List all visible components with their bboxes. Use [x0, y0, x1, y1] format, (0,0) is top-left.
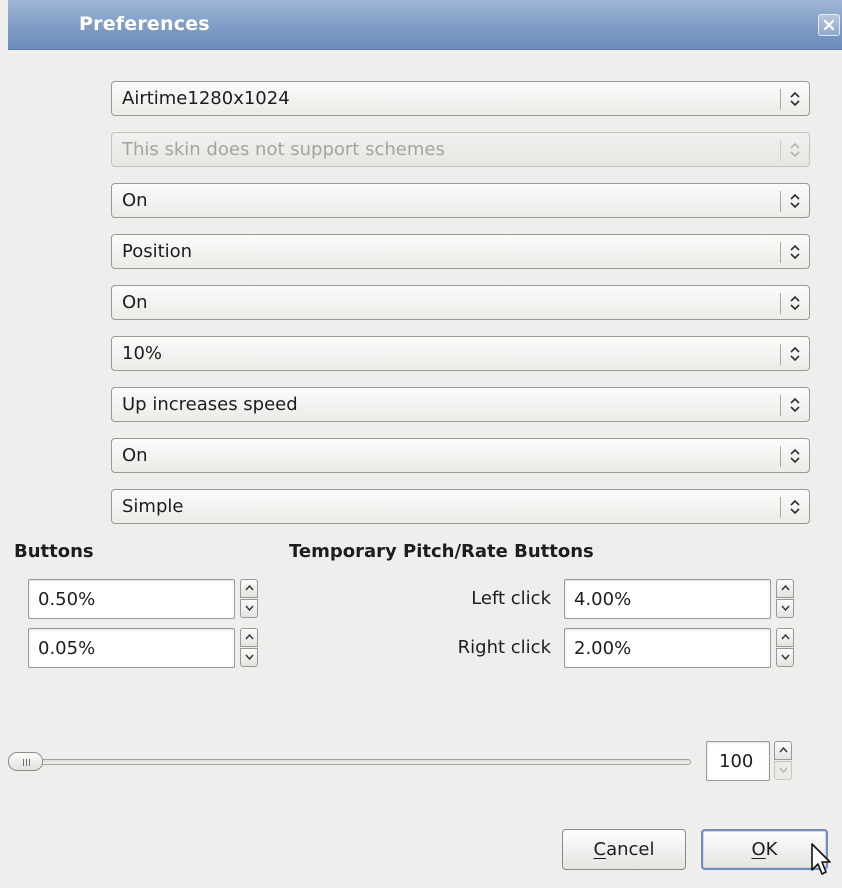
mouse-pointer-icon — [811, 843, 831, 875]
temporary-buttons-heading: Temporary Pitch/Rate Buttons — [289, 541, 594, 562]
spin-up-button[interactable] — [776, 579, 794, 598]
combo-value: On — [122, 445, 148, 466]
ok-button[interactable]: OK — [701, 829, 828, 870]
title-bar[interactable]: Preferences — [8, 0, 842, 50]
cancel-mnemonic: C — [593, 839, 607, 860]
spin-up-arrow-icon — [781, 634, 790, 640]
combo-9[interactable]: Simple — [111, 489, 810, 524]
combo-value: Up increases speed — [122, 394, 298, 415]
slider-track[interactable] — [8, 759, 691, 765]
button-step-spinbox-1[interactable]: 0.50% — [28, 579, 258, 619]
combo-value: 10% — [122, 343, 163, 364]
spin-down-arrow-icon — [245, 605, 254, 611]
skin-combo[interactable]: Airtime1280x1024 — [111, 81, 810, 116]
left-click-spinbox[interactable]: 4.00% — [564, 579, 794, 619]
cancel-label-rest: ancel — [606, 839, 655, 860]
updown-arrows-icon — [790, 91, 800, 107]
spin-up-arrow-icon — [245, 585, 254, 591]
spin-down-arrow-icon — [781, 654, 790, 660]
slider-value-spinbox[interactable]: 100 — [706, 741, 792, 781]
spin-down-button — [774, 761, 792, 780]
spin-down-button[interactable] — [240, 599, 258, 618]
spin-up-button[interactable] — [240, 628, 258, 647]
combo-4[interactable]: Position — [111, 234, 810, 269]
spin-up-button[interactable] — [776, 628, 794, 647]
close-button[interactable] — [818, 14, 840, 36]
updown-arrows-icon — [790, 499, 800, 515]
updown-arrows-icon — [790, 397, 800, 413]
window-title: Preferences — [79, 13, 210, 35]
button-step-spinbox-2[interactable]: 0.05% — [28, 628, 258, 668]
spin-input[interactable]: 4.00% — [564, 579, 771, 619]
right-click-spinbox[interactable]: 2.00% — [564, 628, 794, 668]
combo-value: On — [122, 292, 148, 313]
combo-value: Simple — [122, 496, 184, 517]
spin-input[interactable]: 2.00% — [564, 628, 771, 668]
combo-value: On — [122, 190, 148, 211]
updown-arrows-icon — [790, 346, 800, 362]
spin-down-arrow-icon — [779, 767, 788, 773]
spin-up-arrow-icon — [781, 585, 790, 591]
spin-up-arrow-icon — [779, 747, 788, 753]
left-click-label: Left click — [471, 588, 551, 609]
close-icon — [823, 19, 835, 31]
spin-up-button[interactable] — [774, 741, 792, 760]
spin-input[interactable]: 0.05% — [28, 628, 235, 668]
combo-8[interactable]: On — [111, 438, 810, 473]
spin-input[interactable]: 0.50% — [28, 579, 235, 619]
spin-down-button[interactable] — [776, 599, 794, 618]
scheme-combo: This skin does not support schemes — [111, 132, 810, 167]
updown-arrows-icon — [790, 193, 800, 209]
spin-up-arrow-icon — [245, 634, 254, 640]
spin-down-arrow-icon — [245, 654, 254, 660]
updown-arrows-icon — [790, 142, 800, 158]
combo-value: This skin does not support schemes — [122, 139, 445, 160]
slider-handle[interactable] — [8, 752, 43, 771]
combo-value: Airtime1280x1024 — [122, 88, 290, 109]
combo-6[interactable]: 10% — [111, 336, 810, 371]
spin-up-button[interactable] — [240, 579, 258, 598]
combo-5[interactable]: On — [111, 285, 810, 320]
spin-down-button[interactable] — [240, 648, 258, 667]
buttons-heading: Buttons — [14, 541, 94, 562]
combo-value: Position — [122, 241, 193, 262]
cancel-button[interactable]: Cancel — [562, 829, 686, 870]
ok-mnemonic: O — [751, 839, 766, 860]
spin-down-button[interactable] — [776, 648, 794, 667]
combo-3[interactable]: On — [111, 183, 810, 218]
combo-7[interactable]: Up increases speed — [111, 387, 810, 422]
spin-input[interactable]: 100 — [706, 741, 770, 781]
updown-arrows-icon — [790, 295, 800, 311]
updown-arrows-icon — [790, 244, 800, 260]
updown-arrows-icon — [790, 448, 800, 464]
preferences-dialog: Preferences Airtime1280x1024 This skin d… — [0, 0, 842, 888]
ok-label-rest: K — [765, 839, 778, 860]
spin-down-arrow-icon — [781, 605, 790, 611]
right-click-label: Right click — [457, 637, 551, 658]
